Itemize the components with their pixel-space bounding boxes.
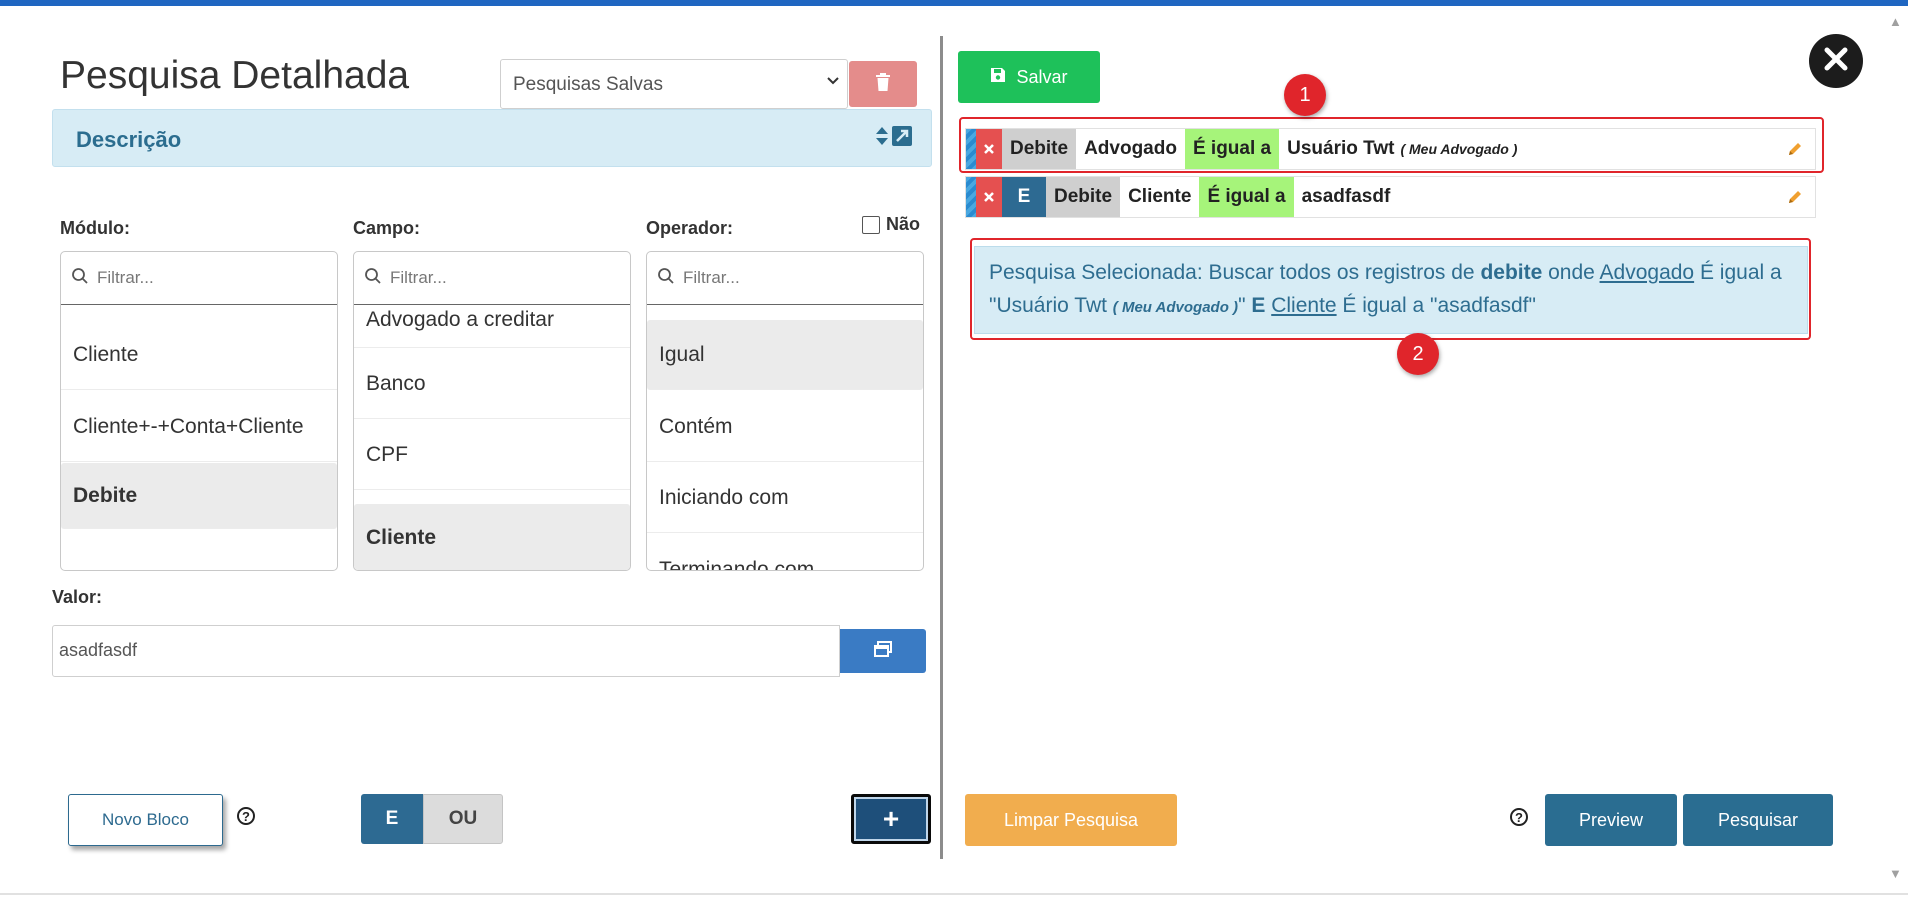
modulo-filter-input[interactable]: Filtrar...	[61, 252, 337, 305]
nao-checkbox[interactable]: Não	[862, 214, 920, 235]
annotation-marker-2: 2	[1397, 333, 1439, 375]
campo-filter-placeholder: Filtrar...	[390, 268, 447, 287]
operador-list[interactable]: Filtrar... Igual Contém Iniciando com Te…	[646, 251, 924, 571]
pencil-icon[interactable]	[1775, 177, 1815, 217]
condition-module: Debite	[1046, 177, 1121, 217]
modulo-list[interactable]: Filtrar... Cliente Cliente+-+Conta+Clien…	[60, 251, 338, 571]
description-bar[interactable]: Descrição	[52, 109, 932, 167]
campo-label: Campo:	[353, 218, 420, 238]
saved-searches-select[interactable]: Pesquisas Salvas	[500, 59, 848, 109]
remove-condition-button[interactable]	[976, 177, 1002, 217]
modulo-filter-placeholder: Filtrar...	[97, 268, 154, 287]
clear-search-button[interactable]: Limpar Pesquisa	[965, 794, 1177, 846]
bottom-border	[0, 893, 1908, 895]
search-icon	[364, 267, 382, 290]
condition-row[interactable]: E Debite Cliente É igual a asadfasdf	[965, 176, 1816, 218]
valor-label: Valor:	[52, 587, 103, 607]
nao-checkbox-box[interactable]	[862, 215, 880, 234]
delete-saved-search-button[interactable]	[849, 61, 917, 107]
save-button-label: Salvar	[1016, 66, 1068, 87]
scroll-down-arrow[interactable]: ▼	[1889, 866, 1902, 881]
panel-divider	[940, 36, 943, 859]
condition-operator: É igual a	[1199, 177, 1294, 217]
close-button[interactable]	[1809, 34, 1863, 88]
saved-searches-label: Pesquisas Salvas	[513, 74, 663, 95]
annotation-box-1	[959, 117, 1824, 173]
list-item[interactable]: Terminando com	[647, 534, 923, 570]
help-icon[interactable]: ?	[237, 807, 255, 825]
valor-input[interactable]: asadfasdf	[52, 625, 840, 677]
close-icon	[1823, 46, 1849, 77]
scroll-up-arrow[interactable]: ▲	[1889, 14, 1902, 29]
chevron-down-icon	[825, 72, 841, 93]
valor-options-button[interactable]	[840, 629, 926, 673]
list-item[interactable]: Banco	[354, 349, 630, 419]
novo-bloco-button[interactable]: Novo Bloco	[68, 794, 223, 846]
operador-label: Operador:	[646, 218, 734, 238]
top-accent-bar	[0, 0, 1908, 6]
annotation-box-2	[970, 238, 1811, 340]
connector-e-button[interactable]: E	[361, 794, 423, 844]
list-item[interactable]: Cliente	[61, 320, 337, 390]
campo-list[interactable]: Filtrar... Advogado a creditar Banco CPF…	[353, 251, 631, 571]
list-item-selected[interactable]: Igual	[647, 320, 923, 390]
search-icon	[657, 267, 675, 290]
save-button[interactable]: Salvar	[958, 51, 1100, 103]
list-item[interactable]: Advogado a creditar	[354, 292, 630, 348]
help-icon[interactable]: ?	[1510, 808, 1528, 826]
list-item-selected[interactable]: Cliente	[354, 504, 630, 570]
window-restore-icon	[874, 640, 892, 662]
list-item-selected[interactable]: Debite	[61, 463, 337, 529]
page-title: Pesquisa Detalhada	[60, 54, 410, 97]
condition-value: asadfasdf	[1301, 186, 1391, 207]
modulo-label: Módulo:	[60, 218, 130, 238]
search-icon	[71, 267, 89, 290]
condition-field: Cliente	[1128, 186, 1192, 207]
list-item[interactable]: Cliente+-+Conta+Cliente	[61, 392, 337, 462]
description-label: Descrição	[76, 127, 182, 152]
nao-label: Não	[886, 214, 921, 234]
operador-filter-input[interactable]: Filtrar...	[647, 252, 923, 305]
floppy-disk-icon	[990, 67, 1006, 88]
list-item[interactable]: Iniciando com	[647, 463, 923, 533]
drag-handle[interactable]	[966, 177, 976, 217]
list-item[interactable]: CPF	[354, 420, 630, 490]
condition-connector: E	[1002, 177, 1046, 217]
annotation-marker-1: 1	[1284, 74, 1326, 116]
preview-button[interactable]: Preview	[1545, 794, 1677, 846]
operador-filter-placeholder: Filtrar...	[683, 268, 740, 287]
search-button[interactable]: Pesquisar	[1683, 794, 1833, 846]
list-item[interactable]: Contém	[647, 392, 923, 462]
add-condition-button[interactable]: +	[851, 794, 931, 844]
connector-ou-button[interactable]: OU	[423, 794, 503, 844]
trash-icon	[875, 72, 891, 96]
expand-icon[interactable]	[875, 124, 913, 153]
